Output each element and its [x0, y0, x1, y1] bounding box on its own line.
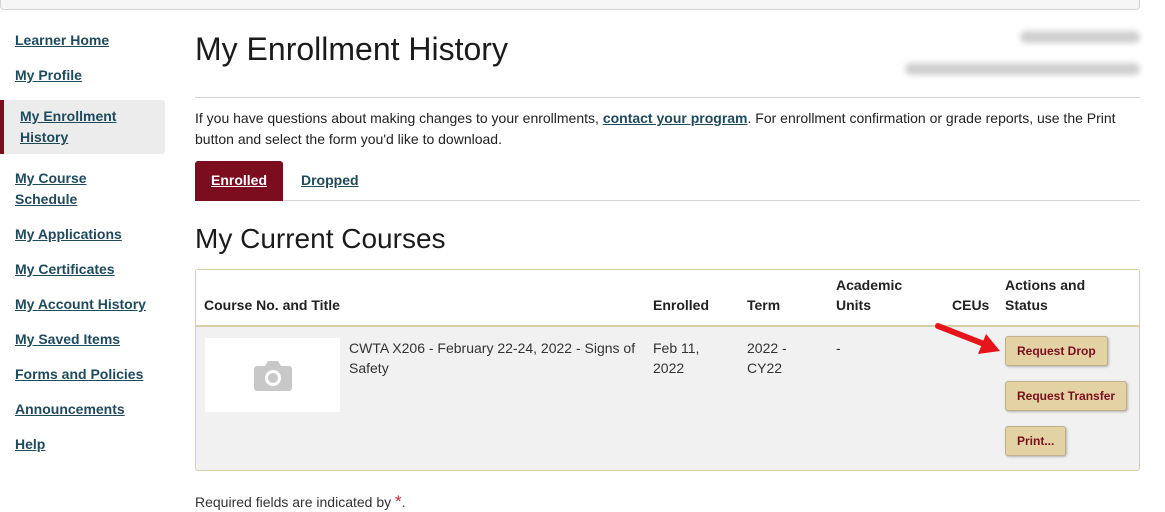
sidebar-item-learner-home[interactable]: Learner Home: [0, 30, 165, 51]
header-divider: [195, 97, 1140, 98]
arrow-icon: [935, 323, 1000, 354]
sidebar-item-help[interactable]: Help: [0, 434, 165, 455]
sidebar-item-announcements[interactable]: Announcements: [0, 399, 165, 420]
sidebar-item-my-account-history[interactable]: My Account History: [0, 294, 165, 315]
intro-text: If you have questions about making chang…: [195, 110, 1116, 147]
sidebar-item-my-course-schedule[interactable]: My Course Schedule: [0, 168, 110, 210]
course-enrolled-date: Feb 11, 2022: [653, 340, 700, 376]
course-thumbnail: [205, 338, 340, 412]
sidebar-item-my-applications[interactable]: My Applications: [0, 224, 165, 245]
request-drop-button[interactable]: Request Drop: [1005, 336, 1108, 366]
tab-dropped[interactable]: Dropped: [285, 161, 375, 201]
course-title: CWTA X206 - February 22-24, 2022 - Signs…: [349, 340, 636, 376]
header-enrolled: Enrolled: [653, 297, 710, 313]
sidebar-item-my-enrollment-history[interactable]: My Enrollment History: [0, 100, 165, 154]
user-info-redacted: [900, 30, 1140, 80]
header-term: Term: [747, 297, 781, 313]
required-star: *: [395, 492, 402, 511]
print-button[interactable]: Print...: [1005, 426, 1067, 456]
required-fields-note: Required fields are indicated by *.: [195, 492, 406, 511]
sidebar-item-my-saved-items[interactable]: My Saved Items: [0, 329, 165, 350]
camera-icon: [253, 361, 292, 391]
header-academic-units: Academic Units: [836, 277, 903, 313]
header-actions-status: Actions and Status: [1005, 277, 1086, 313]
main-content: My Enrollment History If you have questi…: [195, 28, 1140, 471]
sidebar-nav: Learner Home My Profile My Enrollment Hi…: [0, 30, 165, 469]
sidebar-item-my-certificates[interactable]: My Certificates: [0, 259, 165, 280]
course-academic-units: -: [836, 340, 841, 356]
header-ceus: CEUs: [952, 297, 990, 313]
sidebar-item-my-profile[interactable]: My Profile: [0, 65, 165, 86]
tab-enrolled[interactable]: Enrolled: [195, 161, 284, 201]
courses-table: Course No. and Title Enrolled Term Acade…: [195, 269, 1140, 471]
sidebar-item-forms-and-policies[interactable]: Forms and Policies: [0, 364, 165, 385]
table-header: Course No. and Title Enrolled Term Acade…: [196, 270, 1139, 327]
header-course: Course No. and Title: [204, 297, 340, 313]
enrollment-tabs: Enrolled Dropped: [195, 161, 1140, 201]
request-transfer-button[interactable]: Request Transfer: [1005, 381, 1128, 411]
top-bar: [0, 0, 1140, 10]
section-title: My Current Courses: [195, 223, 446, 254]
course-term: 2022 - CY22: [747, 340, 787, 376]
contact-program-link[interactable]: contact your program: [603, 110, 748, 126]
